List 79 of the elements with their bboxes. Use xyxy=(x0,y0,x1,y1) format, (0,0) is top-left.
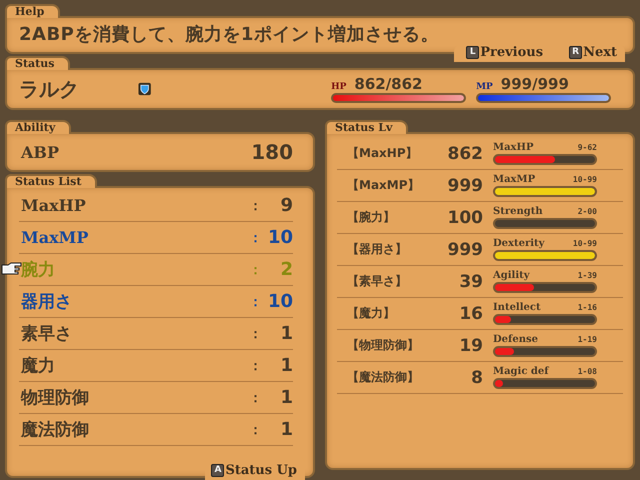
stat-row[interactable]: 素早さ ： 1 xyxy=(19,318,293,350)
stat-name: MaxMP xyxy=(21,228,90,247)
colon: ： xyxy=(249,390,263,406)
stat-range: 1-19 xyxy=(578,334,597,346)
stat-label: Agility xyxy=(493,270,530,282)
help-text: 2ABPを消費して、腕力を1ポイント増加させる。 xyxy=(19,23,440,47)
stat-value: 2 xyxy=(279,259,293,280)
stat-range: 1-39 xyxy=(578,270,597,282)
stat-value: 999 xyxy=(446,240,483,260)
stat-label: Defense xyxy=(493,334,538,346)
colon: ： xyxy=(249,262,263,278)
stat-value: 39 xyxy=(458,272,483,292)
panel-title: Ability xyxy=(5,120,72,134)
stat-name: 【素早さ】 xyxy=(346,273,408,290)
stat-value: 8 xyxy=(470,368,483,388)
stat-range: 10-99 xyxy=(572,238,597,250)
stat-name: 【MaxMP】 xyxy=(346,177,421,194)
colon: ： xyxy=(249,358,263,374)
stat-value: 1 xyxy=(279,419,293,440)
colon: ： xyxy=(249,294,263,310)
stat-name: 【器用さ】 xyxy=(346,241,408,258)
stat-value: 1 xyxy=(279,323,293,344)
stat-name: 【魔力】 xyxy=(346,305,396,322)
panel-title: Help xyxy=(5,4,60,18)
stat-row[interactable]: 物理防御 ： 1 xyxy=(19,382,293,414)
mp-label: MP xyxy=(476,82,493,92)
stat-row[interactable]: 魔力 ： 1 xyxy=(19,350,293,382)
previous-button[interactable]: L Previous xyxy=(466,45,544,60)
stat-label: MaxHP xyxy=(493,142,534,154)
stat-name: 【魔法防御】 xyxy=(346,369,420,386)
hp-label: HP xyxy=(331,82,346,92)
colon: ： xyxy=(249,198,263,214)
stat-label: Dexterity xyxy=(493,238,544,250)
stat-row[interactable]: 器用さ ： 10 xyxy=(19,286,293,318)
stat-value: 100 xyxy=(446,208,483,228)
stat-value: 999 xyxy=(446,176,483,196)
shield-icon xyxy=(138,82,152,96)
stat-value: 862 xyxy=(446,144,483,164)
stat-name: 素早さ xyxy=(21,323,73,345)
stat-row[interactable]: MaxMP ： 10 xyxy=(19,222,293,254)
colon: ： xyxy=(249,230,263,246)
stat-label: MaxMP xyxy=(493,174,536,186)
stat-name: MaxHP xyxy=(21,196,87,215)
stat-value: 1 xyxy=(279,355,293,376)
colon: ： xyxy=(249,422,263,438)
stat-value: 10 xyxy=(267,227,293,248)
panel-title: Status Lv xyxy=(325,120,408,134)
stat-name: 【腕力】 xyxy=(346,209,396,226)
panel-title: Status xyxy=(5,56,70,70)
stat-range: 1-08 xyxy=(578,366,597,378)
stat-name: 【物理防御】 xyxy=(346,337,420,354)
stat-name: 魔力 xyxy=(21,355,56,377)
stat-label: Strength xyxy=(493,206,543,218)
stat-label: Magic def xyxy=(493,366,549,378)
stat-row[interactable]: 魔法防御 ： 1 xyxy=(19,414,293,446)
stat-range: 9-62 xyxy=(578,142,597,154)
mp-value: 999/999 xyxy=(500,75,569,93)
stat-range: 1-16 xyxy=(578,302,597,314)
stat-name: 魔法防御 xyxy=(21,419,90,441)
stat-value: 1 xyxy=(279,387,293,408)
stat-name: 【MaxHP】 xyxy=(346,145,419,162)
stat-value: 9 xyxy=(279,195,293,216)
stat-row[interactable]: MaxHP ： 9 xyxy=(19,190,293,222)
stat-name: 物理防御 xyxy=(21,387,90,409)
stat-name: 腕力 xyxy=(21,259,56,281)
next-button[interactable]: R Next xyxy=(569,45,617,60)
stat-value: 10 xyxy=(267,291,293,312)
stat-range: 2-00 xyxy=(578,206,597,218)
stat-value: 16 xyxy=(458,304,483,324)
abp-label: ABP xyxy=(21,142,59,162)
stat-name: 器用さ xyxy=(21,291,73,313)
panel-title: Status List xyxy=(5,174,98,188)
hp-value: 862/862 xyxy=(354,75,422,93)
colon: ： xyxy=(249,326,263,342)
abp-value: 180 xyxy=(251,140,293,164)
stat-label: Intellect xyxy=(493,302,541,314)
stat-range: 10-99 xyxy=(572,174,597,186)
character-name: ラルク xyxy=(19,76,80,102)
stat-value: 19 xyxy=(458,336,483,356)
